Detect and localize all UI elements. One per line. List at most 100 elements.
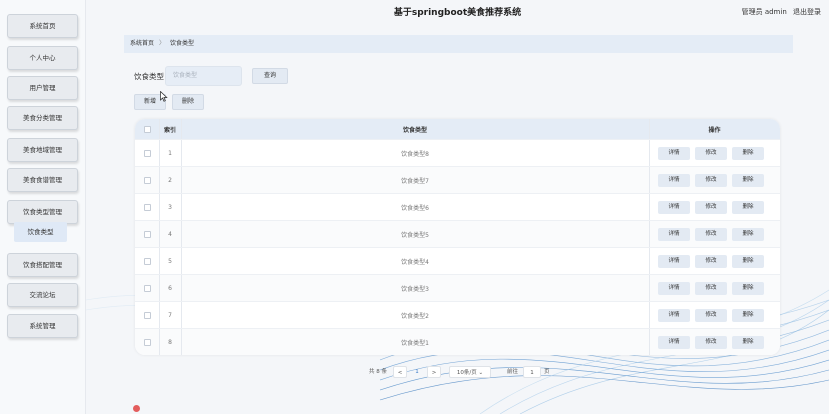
row-index: 2 [168, 176, 172, 184]
row-type: 饮食类型2 [401, 312, 429, 320]
row-select[interactable] [135, 248, 159, 274]
row-type: 饮食类型4 [401, 258, 429, 266]
pagination-size-select[interactable]: 10条/页 ⌄ [449, 366, 491, 378]
header-ops: 操作 [708, 126, 721, 134]
breadcrumb-current: 饮食类型 [170, 40, 195, 47]
row-delete-button[interactable]: 删除 [732, 174, 764, 187]
row-index: 1 [168, 149, 172, 157]
row-checkbox[interactable] [143, 149, 151, 157]
row-type: 饮食类型5 [401, 231, 429, 239]
row-edit-button[interactable]: 修改 [695, 282, 727, 295]
logout-link[interactable]: 退出登录 [793, 8, 821, 16]
row-select[interactable] [135, 194, 159, 220]
select-all-checkbox[interactable] [143, 125, 151, 133]
sidebar-item-profile[interactable]: 个人中心 [7, 46, 78, 70]
row-checkbox[interactable] [143, 257, 151, 265]
sidebar-subitem-diet-type[interactable]: 饮食类型 [14, 222, 67, 242]
row-detail-button[interactable]: 详情 [658, 282, 690, 295]
user-label: 管理员 admin [741, 8, 787, 16]
row-edit-button[interactable]: 修改 [695, 174, 727, 187]
breadcrumb-home[interactable]: 系统首页 [130, 40, 154, 47]
row-edit-button[interactable]: 修改 [695, 309, 727, 322]
sidebar-item-diet-type[interactable]: 饮食类型管理 [7, 200, 78, 224]
pagination-next-button[interactable]: > [427, 366, 441, 378]
row-select[interactable] [135, 221, 159, 247]
row-checkbox[interactable] [143, 230, 151, 238]
row-checkbox[interactable] [143, 176, 151, 184]
row-index: 7 [168, 311, 172, 319]
table-header: 索引 饮食类型 操作 [135, 119, 780, 139]
table-row: 7 饮食类型2 详情 修改 删除 [135, 301, 780, 328]
pagination-size-label: 10条/页 [456, 370, 477, 376]
row-detail-button[interactable]: 详情 [658, 147, 690, 160]
breadcrumb-separator: 〉 [159, 40, 166, 47]
row-edit-button[interactable]: 修改 [695, 228, 727, 241]
row-delete-button[interactable]: 删除 [732, 282, 764, 295]
pagination-goto-input[interactable]: 1 [523, 366, 541, 378]
sidebar-item-forum[interactable]: 交流论坛 [7, 283, 78, 307]
sidebar-item-home[interactable]: 系统首页 [7, 14, 78, 38]
row-detail-button[interactable]: 详情 [658, 309, 690, 322]
sidebar-item-recipes[interactable]: 美食食谱管理 [7, 168, 78, 192]
data-table: 索引 饮食类型 操作 1 饮食类型8 详情 修改 删除 2 饮食类型7 详情 修改 删除 3 饮食类型… [135, 119, 780, 355]
header-select-all[interactable] [135, 119, 159, 139]
row-delete-button[interactable]: 删除 [732, 336, 764, 349]
row-select[interactable] [135, 275, 159, 301]
row-select[interactable] [135, 167, 159, 193]
mouse-cursor-icon [160, 91, 168, 102]
top-bar: 基于springboot美食推荐系统 管理员 admin 退出登录 [86, 0, 829, 26]
row-detail-button[interactable]: 详情 [658, 255, 690, 268]
sidebar-item-food-category[interactable]: 美食分类管理 [7, 106, 78, 130]
row-type: 饮食类型7 [401, 177, 429, 185]
sidebar-item-system[interactable]: 系统管理 [7, 314, 78, 338]
row-checkbox[interactable] [143, 311, 151, 319]
table-row: 5 饮食类型4 详情 修改 删除 [135, 247, 780, 274]
row-detail-button[interactable]: 详情 [658, 228, 690, 241]
row-checkbox[interactable] [143, 284, 151, 292]
row-edit-button[interactable]: 修改 [695, 201, 727, 214]
row-delete-button[interactable]: 删除 [732, 228, 764, 241]
row-select[interactable] [135, 140, 159, 166]
row-delete-button[interactable]: 删除 [732, 309, 764, 322]
row-edit-button[interactable]: 修改 [695, 255, 727, 268]
sidebar-item-food-region[interactable]: 美食地域管理 [7, 138, 78, 162]
search-input[interactable]: 饮食类型 [165, 66, 242, 86]
row-edit-button[interactable]: 修改 [695, 147, 727, 160]
pagination-current-page[interactable]: 1 [411, 366, 423, 378]
row-index: 4 [168, 230, 172, 238]
table-row: 4 饮食类型5 详情 修改 删除 [135, 220, 780, 247]
row-detail-button[interactable]: 详情 [658, 174, 690, 187]
batch-delete-button[interactable]: 删除 [172, 94, 204, 110]
sidebar-item-users[interactable]: 用户管理 [7, 76, 78, 100]
app-title: 基于springboot美食推荐系统 [393, 8, 522, 18]
row-delete-button[interactable]: 删除 [732, 201, 764, 214]
pagination-prev-button[interactable]: < [393, 366, 407, 378]
table-row: 1 饮食类型8 详情 修改 删除 [135, 139, 780, 166]
row-select[interactable] [135, 329, 159, 355]
row-type: 饮食类型3 [401, 285, 429, 293]
row-checkbox[interactable] [143, 338, 151, 346]
pagination-goto-label: 前往 [507, 369, 519, 375]
row-delete-button[interactable]: 删除 [732, 147, 764, 160]
row-delete-button[interactable]: 删除 [732, 255, 764, 268]
breadcrumb: 系统首页〉饮食类型 [124, 35, 793, 53]
row-checkbox[interactable] [143, 203, 151, 211]
user-info: 管理员 admin 退出登录 [738, 7, 821, 17]
row-detail-button[interactable]: 详情 [658, 201, 690, 214]
sidebar-item-diet-pairing[interactable]: 饮食搭配管理 [7, 253, 78, 277]
table-row: 2 饮食类型7 详情 修改 删除 [135, 166, 780, 193]
chevron-down-icon: ⌄ [478, 370, 484, 376]
header-index: 索引 [163, 126, 176, 134]
pagination-page-unit: 页 [544, 369, 550, 375]
row-detail-button[interactable]: 详情 [658, 336, 690, 349]
notification-dot-icon [133, 405, 140, 412]
row-edit-button[interactable]: 修改 [695, 336, 727, 349]
sidebar: 系统首页 个人中心 用户管理 美食分类管理 美食地域管理 美食食谱管理 饮食类型… [0, 0, 86, 414]
query-button[interactable]: 查询 [252, 68, 288, 84]
row-select[interactable] [135, 302, 159, 328]
row-type: 饮食类型1 [401, 339, 429, 347]
row-type: 饮食类型6 [401, 204, 429, 212]
table-row: 3 饮食类型6 详情 修改 删除 [135, 193, 780, 220]
row-index: 8 [168, 338, 172, 346]
row-index: 6 [168, 284, 172, 292]
